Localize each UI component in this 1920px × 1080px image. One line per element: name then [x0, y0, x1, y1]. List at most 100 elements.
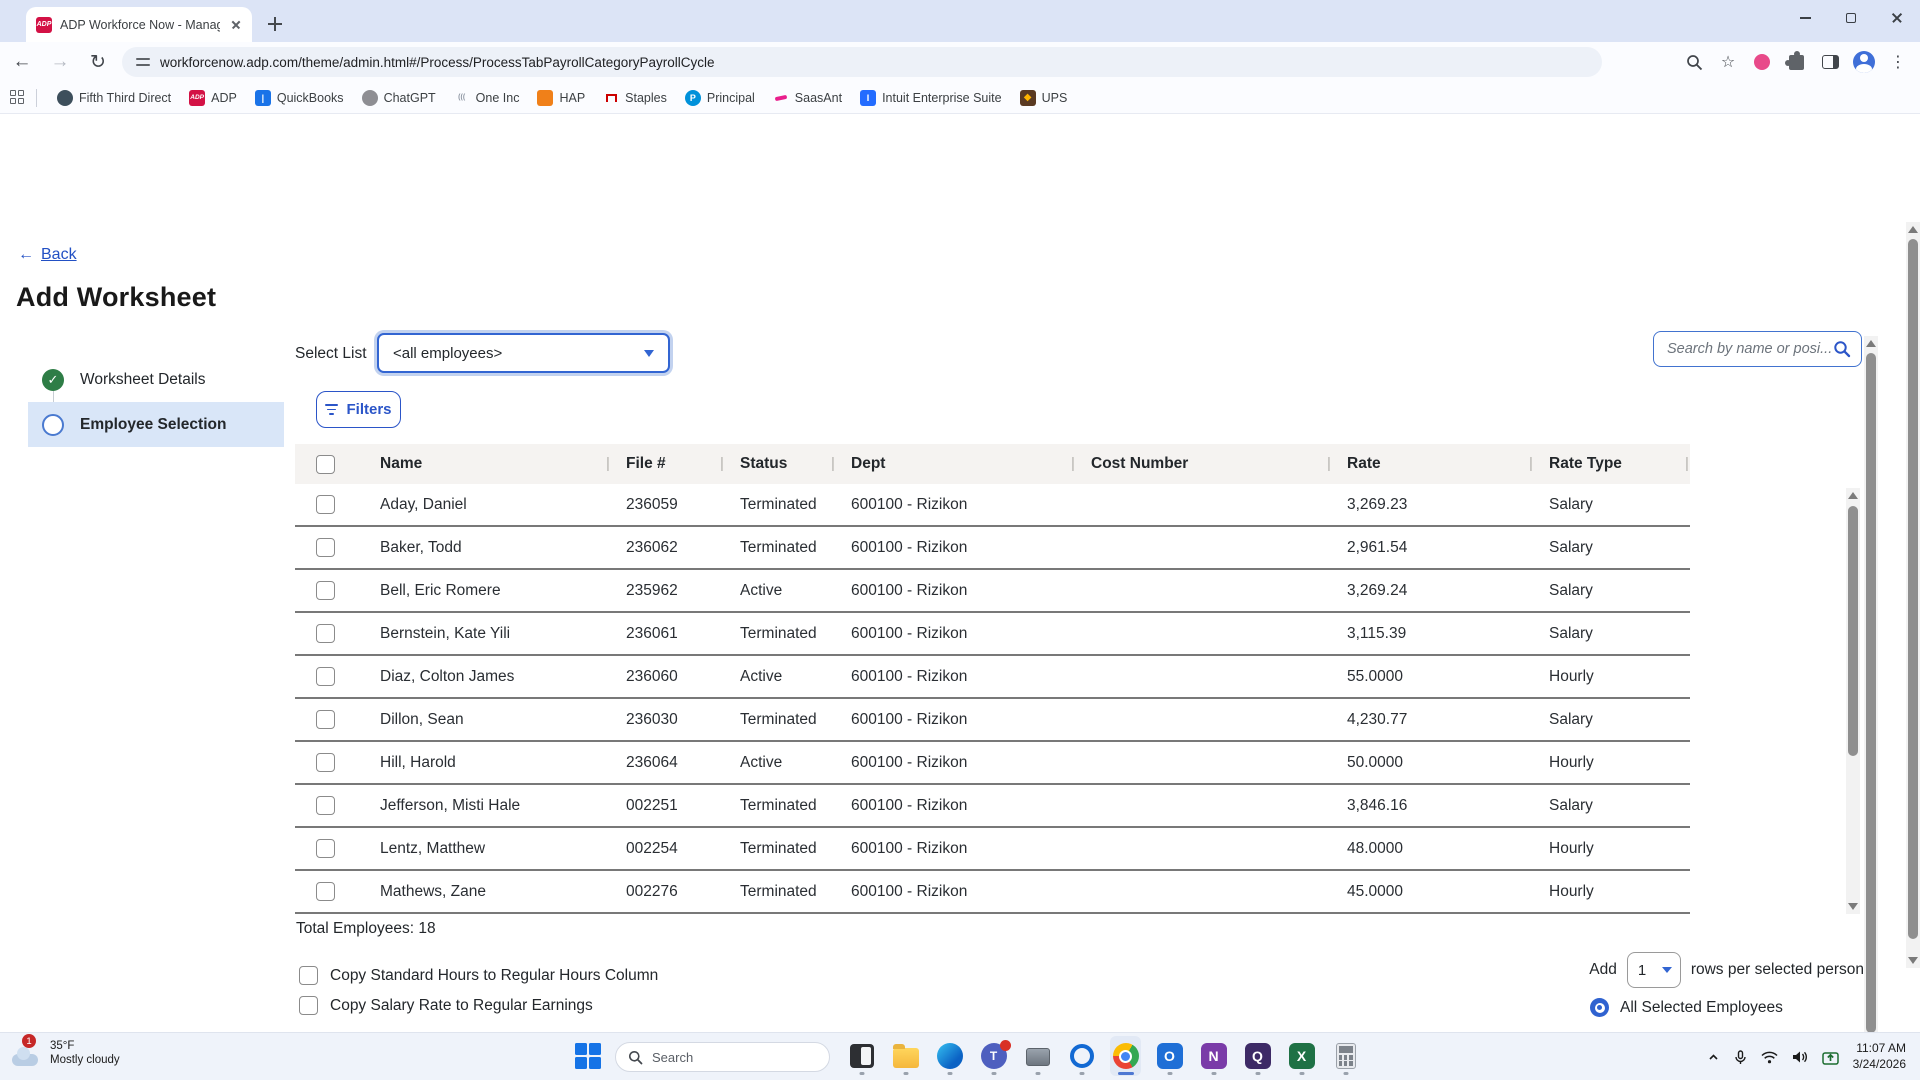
row-checkbox[interactable] — [315, 796, 335, 815]
checkbox[interactable] — [299, 996, 318, 1015]
browser-tab[interactable]: ADP ADP Workforce Now - Manage — [26, 7, 252, 42]
page-scrollbar[interactable] — [1906, 222, 1920, 968]
bookmark-item[interactable]: SaasAnt — [765, 87, 850, 109]
column-header-file[interactable]: File # — [606, 455, 720, 473]
employee-search-box[interactable] — [1653, 331, 1862, 367]
taskbar-app-task-view[interactable] — [846, 1036, 877, 1076]
scroll-down-icon[interactable] — [1848, 903, 1858, 910]
stepper-item-employee-selection[interactable]: Employee Selection — [28, 402, 284, 447]
site-info-icon[interactable] — [136, 56, 150, 68]
bookmark-star-icon[interactable]: ☆ — [1714, 48, 1742, 76]
apps-grid-icon[interactable] — [10, 89, 26, 106]
row-checkbox[interactable] — [315, 753, 335, 772]
taskbar-app-remote-pc[interactable] — [1022, 1036, 1053, 1076]
column-header-dept[interactable]: Dept — [831, 455, 1071, 473]
row-checkbox[interactable] — [315, 667, 335, 686]
scroll-down-icon[interactable] — [1908, 957, 1918, 964]
table-scrollbar-thumb[interactable] — [1848, 506, 1858, 756]
scroll-up-icon[interactable] — [1908, 226, 1918, 233]
weather-widget[interactable]: 1 35°F Mostly cloudy — [12, 1034, 120, 1068]
column-header-status[interactable]: Status — [720, 455, 831, 473]
bookmark-item[interactable]: HAP — [529, 87, 593, 109]
table-row[interactable]: Mathews, Zane 002276 Terminated 600100 - Ri… — [295, 871, 1690, 914]
copy-option-checkbox-row[interactable]: Copy Salary Rate to Regular Earnings — [299, 996, 658, 1015]
wifi-icon[interactable] — [1761, 1051, 1778, 1064]
bookmark-item[interactable]: P Principal — [677, 87, 763, 109]
row-checkbox[interactable] — [315, 710, 335, 729]
zoom-icon[interactable] — [1680, 48, 1708, 76]
taskbar-clock[interactable]: 11:07 AM 3/24/2026 — [1853, 1041, 1906, 1072]
taskbar-app-chrome[interactable] — [1110, 1036, 1141, 1076]
table-row[interactable]: Bell, Eric Romere 235962 Active 600100 - Ri… — [295, 570, 1690, 613]
taskbar-app-onenote[interactable]: N — [1198, 1036, 1229, 1076]
address-bar[interactable]: workforcenow.adp.com/theme/admin.html#/P… — [122, 47, 1602, 77]
maximize-button[interactable] — [1828, 0, 1874, 36]
new-tab-button[interactable] — [262, 11, 288, 37]
row-checkbox[interactable] — [315, 624, 335, 643]
bookmark-item[interactable]: (((One Inc — [446, 87, 528, 109]
start-button[interactable] — [575, 1043, 603, 1071]
volume-icon[interactable] — [1792, 1050, 1808, 1064]
taskbar-search[interactable]: Search — [615, 1042, 830, 1072]
bookmark-item[interactable]: ADP ADP — [181, 87, 245, 109]
microphone-icon[interactable] — [1734, 1049, 1747, 1065]
scroll-up-icon[interactable] — [1866, 340, 1876, 347]
table-row[interactable]: Dillon, Sean 236030 Terminated 600100 - Riz… — [295, 699, 1690, 742]
row-checkbox[interactable] — [315, 882, 335, 901]
taskbar-app-teams[interactable]: T — [978, 1036, 1011, 1076]
back-link[interactable]: ← Back — [18, 246, 77, 264]
taskbar-app-excel[interactable]: X — [1286, 1036, 1317, 1076]
forward-nav-icon[interactable]: → — [44, 46, 76, 78]
table-row[interactable]: Jefferson, Misti Hale 002251 Terminated 600… — [295, 785, 1690, 828]
taskbar-app-edge[interactable] — [934, 1036, 965, 1076]
bookmark-item[interactable]: Staples — [595, 87, 675, 109]
table-row[interactable]: Diaz, Colton James 236060 Active 600100 - R… — [295, 656, 1690, 699]
profile-avatar[interactable] — [1850, 48, 1878, 76]
browser-menu-icon[interactable]: ⋮ — [1884, 48, 1912, 76]
table-row[interactable]: Baker, Todd 236062 Terminated 600100 - Rizi… — [295, 527, 1690, 570]
table-row[interactable]: Bernstein, Kate Yili 236061 Terminated 6001… — [295, 613, 1690, 656]
update-icon[interactable] — [1821, 1050, 1839, 1065]
taskbar-app-calculator[interactable] — [1330, 1036, 1361, 1076]
close-button[interactable] — [1874, 0, 1920, 36]
back-nav-icon[interactable]: ← — [6, 46, 38, 78]
scroll-up-icon[interactable] — [1848, 492, 1858, 499]
select-all-checkbox[interactable] — [315, 454, 335, 474]
select-list-dropdown[interactable]: <all employees> — [377, 333, 670, 373]
reload-icon[interactable]: ↻ — [82, 46, 114, 78]
side-panel-icon[interactable] — [1816, 48, 1844, 76]
taskbar-app-outlook[interactable]: O — [1154, 1036, 1185, 1076]
bookmark-item[interactable]: ChatGPT — [354, 87, 444, 109]
column-header-rate[interactable]: Rate — [1327, 455, 1529, 473]
pink-extension-icon[interactable] — [1748, 48, 1776, 76]
radio-option[interactable]: All Selected Employees — [1590, 998, 1842, 1017]
column-header-name[interactable]: Name — [355, 455, 606, 473]
tab-close-icon[interactable] — [228, 17, 244, 33]
table-row[interactable]: Hill, Harold 236064 Active 600100 - Rizikon… — [295, 742, 1690, 785]
copy-option-checkbox-row[interactable]: Copy Standard Hours to Regular Hours Col… — [299, 966, 658, 985]
hidden-icons-chevron[interactable] — [1707, 1051, 1720, 1064]
filters-button[interactable]: Filters — [316, 391, 401, 428]
row-checkbox[interactable] — [315, 581, 335, 600]
page-scrollbar-thumb[interactable] — [1908, 239, 1918, 939]
bookmark-item[interactable]: Fifth Third Direct — [49, 87, 179, 109]
column-header-cost[interactable]: Cost Number — [1071, 455, 1327, 473]
add-rows-dropdown[interactable]: 1 — [1626, 952, 1681, 988]
table-scrollbar[interactable] — [1846, 488, 1860, 914]
bookmark-item[interactable]: | QuickBooks — [247, 87, 352, 109]
row-checkbox[interactable] — [315, 839, 335, 858]
table-row[interactable]: Aday, Daniel 236059 Terminated 600100 - Riz… — [295, 484, 1690, 527]
extensions-puzzle-icon[interactable] — [1782, 48, 1810, 76]
taskbar-app-file-explorer[interactable] — [890, 1036, 921, 1076]
row-checkbox[interactable] — [315, 495, 335, 514]
column-header-ratetype[interactable]: Rate Type — [1529, 455, 1690, 473]
employee-search-input[interactable] — [1667, 341, 1833, 357]
content-scrollbar[interactable] — [1864, 336, 1878, 1066]
row-checkbox[interactable] — [315, 538, 335, 557]
content-scrollbar-thumb[interactable] — [1866, 353, 1876, 1033]
checkbox[interactable] — [299, 966, 318, 985]
taskbar-app-office-q[interactable]: Q — [1242, 1036, 1273, 1076]
table-row[interactable]: Lentz, Matthew 002254 Terminated 600100 - R… — [295, 828, 1690, 871]
bookmark-item[interactable]: I Intuit Enterprise Suite — [852, 87, 1010, 109]
minimize-button[interactable] — [1782, 0, 1828, 36]
